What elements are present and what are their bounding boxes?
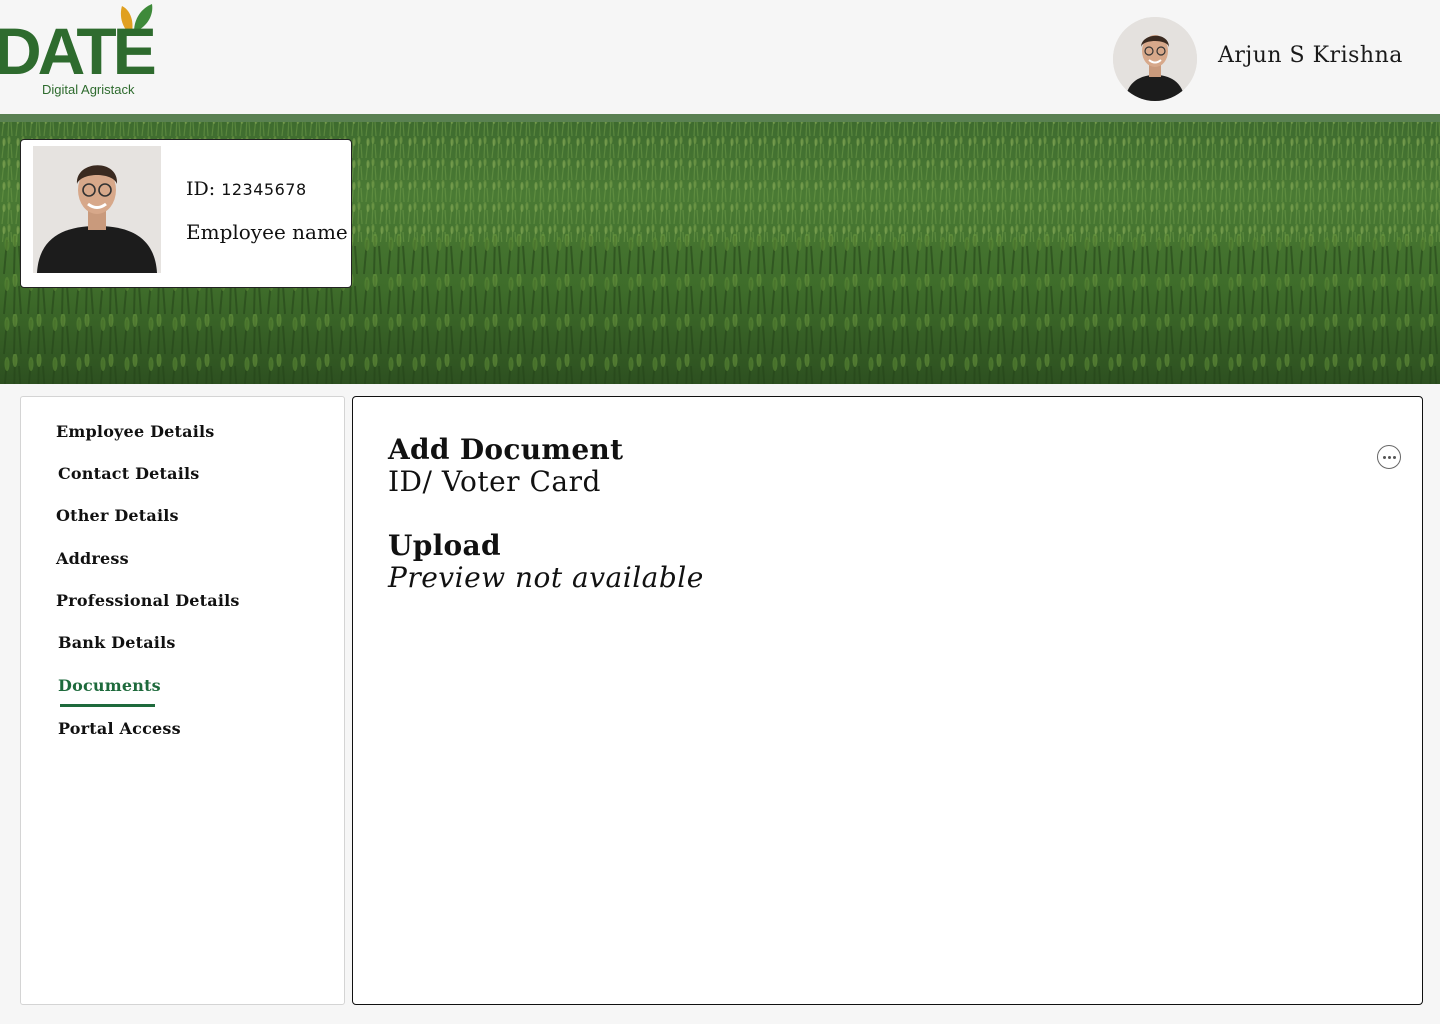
dot [1382,455,1386,459]
sidebar-item-documents[interactable]: Documents [58,676,161,695]
user-avatar-icon [1113,17,1197,101]
document-type: ID/ Voter Card [388,465,601,498]
sidebar-nav: Employee Details Contact Details Other D… [20,396,345,1005]
dot [1392,455,1396,459]
sidebar-item-portal-access[interactable]: Portal Access [58,719,181,738]
logo[interactable]: DATE Digital Agristack [0,0,160,110]
logo-wordmark: DATE [0,14,157,88]
header: DATE Digital Agristack Arjun S Krishna [0,0,1440,114]
sidebar-item-contact-details[interactable]: Contact Details [58,464,199,483]
sidebar-item-bank-details[interactable]: Bank Details [58,633,176,652]
sidebar-item-employee-details[interactable]: Employee Details [56,422,214,441]
employee-id-value: 12345678 [221,180,307,199]
sidebar-item-address[interactable]: Address [56,549,129,568]
dot [1387,455,1391,459]
document-panel: Add Document ID/ Voter Card Upload Previ… [352,396,1423,1005]
preview-message: Preview not available [388,561,704,594]
panel-title: Add Document [388,433,624,466]
user-avatar-icon [33,146,161,273]
upload-label[interactable]: Upload [388,529,501,562]
profile-card: ID: 12345678 Employee name [20,139,352,288]
employee-id-label: ID: [186,178,216,200]
sidebar-item-other-details[interactable]: Other Details [56,506,179,525]
more-options-icon[interactable] [1377,445,1401,469]
employee-name: Employee name [186,220,348,244]
header-avatar[interactable] [1113,17,1197,101]
sidebar-item-professional-details[interactable]: Professional Details [56,591,240,610]
profile-photo [33,146,161,273]
employee-id: ID: 12345678 [186,178,307,200]
logo-subtitle: Digital Agristack [42,82,135,97]
header-user-name[interactable]: Arjun S Krishna [1218,43,1403,68]
active-tab-underline [60,704,155,707]
